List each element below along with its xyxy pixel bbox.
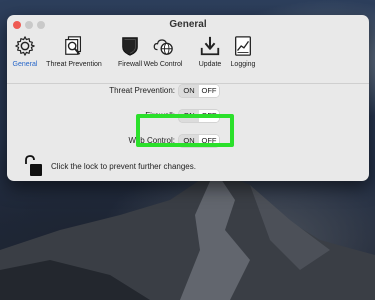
threat-prevention-off[interactable]: OFF bbox=[199, 85, 219, 97]
tab-general-label: General bbox=[12, 61, 38, 68]
firewall-highlight-box bbox=[136, 114, 234, 147]
tab-update[interactable]: Update bbox=[196, 34, 224, 68]
tab-update-label: Update bbox=[198, 61, 222, 68]
tab-logging[interactable]: Logging bbox=[227, 34, 259, 68]
unlocked-padlock-icon[interactable] bbox=[22, 154, 44, 178]
log-chart-icon bbox=[235, 36, 251, 56]
lock-message: Click the lock to prevent further change… bbox=[51, 162, 196, 171]
tab-threat-prevention[interactable]: Threat Prevention bbox=[42, 34, 106, 68]
threat-prevention-on[interactable]: ON bbox=[179, 85, 199, 97]
magnifier-document-icon bbox=[65, 36, 82, 55]
tab-web-control-label: Web Control bbox=[143, 61, 183, 68]
threat-prevention-label: Threat Prevention: bbox=[109, 86, 175, 95]
shield-icon bbox=[122, 37, 138, 56]
threat-prevention-row: Threat Prevention: ON OFF bbox=[7, 85, 369, 97]
tab-firewall-label: Firewall bbox=[117, 61, 143, 68]
download-tray-icon bbox=[200, 36, 220, 56]
tab-web-control[interactable]: Web Control bbox=[140, 34, 186, 68]
toolbar-divider bbox=[7, 83, 369, 84]
title-bar: General bbox=[7, 15, 369, 35]
tab-general[interactable]: General bbox=[12, 34, 38, 68]
window-title: General bbox=[169, 19, 207, 30]
preferences-toolbar: General Threat Prevention Firewall Web C… bbox=[7, 34, 369, 82]
globe-cloud-icon bbox=[153, 39, 173, 55]
preferences-window: General General Threat Prevention Firewa… bbox=[7, 15, 369, 181]
threat-prevention-toggle[interactable]: ON OFF bbox=[179, 85, 219, 97]
gear-icon bbox=[15, 36, 35, 56]
tab-logging-label: Logging bbox=[230, 61, 256, 68]
tab-threat-prevention-label: Threat Prevention bbox=[46, 61, 102, 68]
